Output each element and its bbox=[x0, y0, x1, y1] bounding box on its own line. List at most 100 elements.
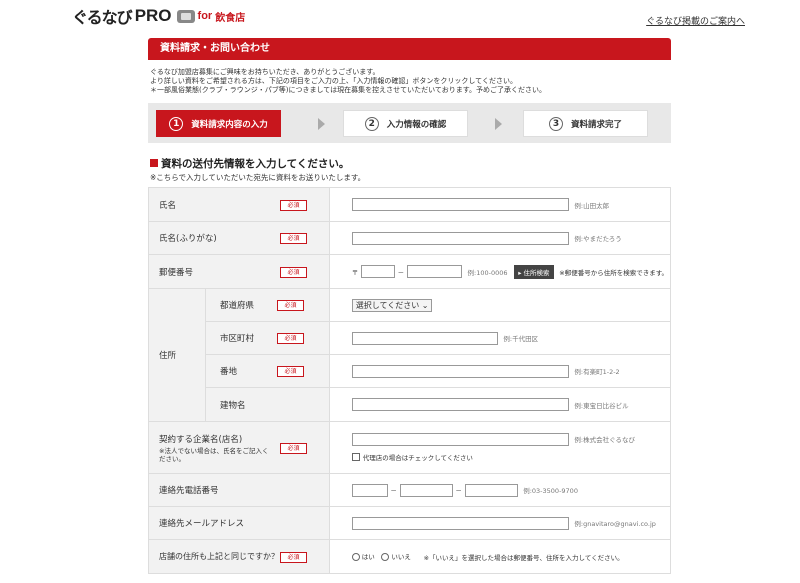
company-value-cell: 例:株式会社ぐるなび 代理店の場合はチェックしてください bbox=[328, 421, 672, 474]
same-address-no-radio[interactable] bbox=[381, 552, 390, 561]
prefecture-select[interactable]: 選択してください ⌄ bbox=[351, 298, 433, 312]
step-input: 1 資料請求内容の入力 bbox=[156, 110, 281, 137]
phone-dash: － bbox=[390, 486, 397, 495]
name-example: 例:山田太郎 bbox=[574, 201, 610, 210]
street-label: 番地 bbox=[220, 367, 238, 377]
kana-value-cell: 例:やまだたろう bbox=[328, 221, 672, 255]
postal-example: 例:100-0006 bbox=[467, 268, 508, 277]
same-address-yes-radio[interactable] bbox=[351, 552, 360, 561]
same-address-no-label: いいえ bbox=[391, 553, 411, 561]
step-complete: 3 資料請求完了 bbox=[523, 110, 648, 137]
logo-for-text: for bbox=[197, 10, 213, 22]
progress-steps: 1 資料請求内容の入力 2 入力情報の確認 3 資料請求完了 bbox=[148, 103, 671, 143]
kana-label: 氏名(ふりがな) bbox=[159, 234, 217, 244]
step-label: 資料請求内容の入力 bbox=[191, 119, 268, 130]
red-square-icon bbox=[150, 159, 158, 167]
logo-sub-text: 飲食店 bbox=[215, 12, 246, 24]
building-label: 建物名 bbox=[220, 400, 246, 411]
step-number: 2 bbox=[364, 116, 379, 131]
email-example: 例:gnavitaro@gnavi.co.jp bbox=[574, 520, 656, 528]
step-arrow-icon bbox=[318, 118, 325, 130]
phone-label: 連絡先電話番号 bbox=[159, 486, 219, 496]
step-label: 資料請求完了 bbox=[570, 119, 622, 130]
page-title: 資料請求・お問い合わせ bbox=[148, 38, 671, 60]
phone-value-cell: － － 例:03-3500-9700 bbox=[328, 473, 672, 507]
address-search-button[interactable]: ▸ 住所検索 bbox=[514, 264, 554, 279]
form-row-city: 市区町村 必須 例:千代田区 bbox=[149, 321, 672, 355]
step-confirm: 2 入力情報の確認 bbox=[343, 110, 468, 137]
section-title: 資料の送付先情報を入力してください。 bbox=[150, 156, 349, 171]
street-value-cell: 例:有楽町1-2-2 bbox=[328, 354, 672, 388]
required-badge: 必須 bbox=[280, 551, 307, 563]
building-value-cell: 例:東宝日比谷ビル bbox=[328, 387, 672, 422]
phone-second-input[interactable] bbox=[399, 483, 453, 497]
step-number: 3 bbox=[548, 116, 563, 131]
postal-label-cell: 郵便番号 必須 bbox=[148, 254, 330, 289]
city-label-cell: 市区町村 必須 bbox=[205, 321, 330, 355]
phone-example: 例:03-3500-9700 bbox=[523, 487, 578, 495]
name-input[interactable] bbox=[351, 198, 569, 211]
kana-label-cell: 氏名(ふりがな) 必須 bbox=[148, 221, 330, 255]
form-row-same-address: 店舗の住所も上記と同じですか？ 必須 はい いいえ ※「いいえ」を選択した場合は… bbox=[148, 539, 672, 574]
postal-mark: 〒 bbox=[351, 268, 359, 276]
phone-dash: － bbox=[455, 486, 462, 495]
kana-input[interactable] bbox=[351, 231, 569, 245]
phone-third-input[interactable] bbox=[464, 483, 518, 497]
intro-line: ぐるなび加盟店募集にご興味をお持ちいただき、ありがとうございます。 bbox=[150, 68, 380, 76]
postal-note: ※郵便番号から住所を検索できます。 bbox=[559, 268, 669, 277]
company-sublabel: ※法人でない場合は、氏名をご記入ください。 bbox=[159, 446, 269, 463]
phone-first-input[interactable] bbox=[351, 483, 388, 497]
required-badge: 必須 bbox=[280, 442, 307, 454]
company-input[interactable] bbox=[351, 432, 569, 446]
city-input[interactable] bbox=[351, 331, 498, 345]
postal-label: 郵便番号 bbox=[159, 267, 194, 278]
postal-dash: － bbox=[397, 268, 405, 276]
step-number: 1 bbox=[169, 116, 184, 131]
building-input[interactable] bbox=[351, 398, 569, 411]
pref-value-cell: 選択してください ⌄ bbox=[328, 288, 672, 322]
street-input[interactable] bbox=[351, 364, 569, 378]
postal-code-second-input[interactable] bbox=[406, 265, 462, 278]
email-input[interactable] bbox=[351, 516, 569, 530]
same-address-yes-label: はい bbox=[361, 553, 375, 561]
name-value-cell: 例:山田太郎 bbox=[328, 187, 672, 222]
form-row-pref: 住所 都道府県 必須 選択してください ⌄ bbox=[148, 288, 672, 422]
form-row-street: 番地 必須 例:有楽町1-2-2 bbox=[149, 354, 672, 388]
same-address-label-cell: 店舗の住所も上記と同じですか？ 必須 bbox=[148, 539, 330, 574]
gnavi-pro-logo[interactable]: ぐるなび PRO for 飲食店 bbox=[72, 5, 245, 27]
email-label: 連絡先メールアドレス bbox=[159, 519, 245, 529]
form-row-phone: 連絡先電話番号 － － 例:03-3500-9700 bbox=[148, 473, 672, 507]
form-row-building: 建物名 例:東宝日比谷ビル bbox=[149, 387, 672, 422]
address-label-cell: 住所 bbox=[148, 288, 206, 422]
same-address-label: 店舗の住所も上記と同じですか？ bbox=[159, 552, 279, 561]
email-label-cell: 連絡先メールアドレス bbox=[148, 506, 330, 540]
city-value-cell: 例:千代田区 bbox=[328, 321, 672, 355]
logo-pro-text: PRO bbox=[134, 6, 172, 25]
intro-line: より詳しい資料をご希望される方は、下記の項目をご入力の上、「入力情報の確認」ボタ… bbox=[150, 77, 517, 85]
contact-form-table: 氏名 必須 例:山田太郎 氏名(ふりがな) 必須 例:やまだたろう 郵便番号 必… bbox=[148, 187, 672, 574]
form-row-company: 契約する企業名(店名) ※法人でない場合は、氏名をご記入ください。 必須 例:株… bbox=[148, 421, 672, 474]
street-example: 例:有楽町1-2-2 bbox=[574, 368, 620, 376]
required-badge: 必須 bbox=[280, 266, 307, 278]
intro-line: ＊一部風俗業態(クラブ・ラウンジ・パブ等)につきましては現在募集を控えさせていた… bbox=[150, 86, 546, 94]
email-value-cell: 例:gnavitaro@gnavi.co.jp bbox=[328, 506, 672, 540]
postal-value-cell: 〒 － 例:100-0006 ▸ 住所検索 ※郵便番号から住所を検索できます。 bbox=[328, 254, 672, 289]
gnavi-listing-guide-link[interactable]: ぐるなび掲載のご案内へ bbox=[646, 14, 745, 27]
name-label: 氏名 bbox=[159, 200, 177, 211]
form-row-email: 連絡先メールアドレス 例:gnavitaro@gnavi.co.jp bbox=[148, 506, 672, 540]
same-address-value-cell: はい いいえ ※「いいえ」を選択した場合は郵便番号、住所を入力してください。 bbox=[328, 539, 672, 574]
company-label-cell: 契約する企業名(店名) ※法人でない場合は、氏名をご記入ください。 必須 bbox=[148, 421, 330, 474]
pref-label: 都道府県 bbox=[220, 301, 255, 311]
prefecture-select-value: 選択してください bbox=[355, 300, 420, 310]
name-label-cell: 氏名 必須 bbox=[148, 187, 330, 222]
section-note: ※こちらで入力していただいた宛先に資料をお送りいたします。 bbox=[150, 173, 366, 182]
required-badge: 必須 bbox=[277, 300, 304, 311]
phone-label-cell: 連絡先電話番号 bbox=[148, 473, 330, 507]
required-badge: 必須 bbox=[280, 233, 307, 244]
company-example: 例:株式会社ぐるなび bbox=[574, 436, 635, 444]
postal-code-first-input[interactable] bbox=[360, 265, 395, 278]
section-title-text: 資料の送付先情報を入力してください。 bbox=[161, 158, 350, 170]
agency-checkbox[interactable] bbox=[351, 453, 360, 461]
step-label: 入力情報の確認 bbox=[386, 119, 447, 130]
pref-label-cell: 都道府県 必須 bbox=[205, 288, 330, 322]
